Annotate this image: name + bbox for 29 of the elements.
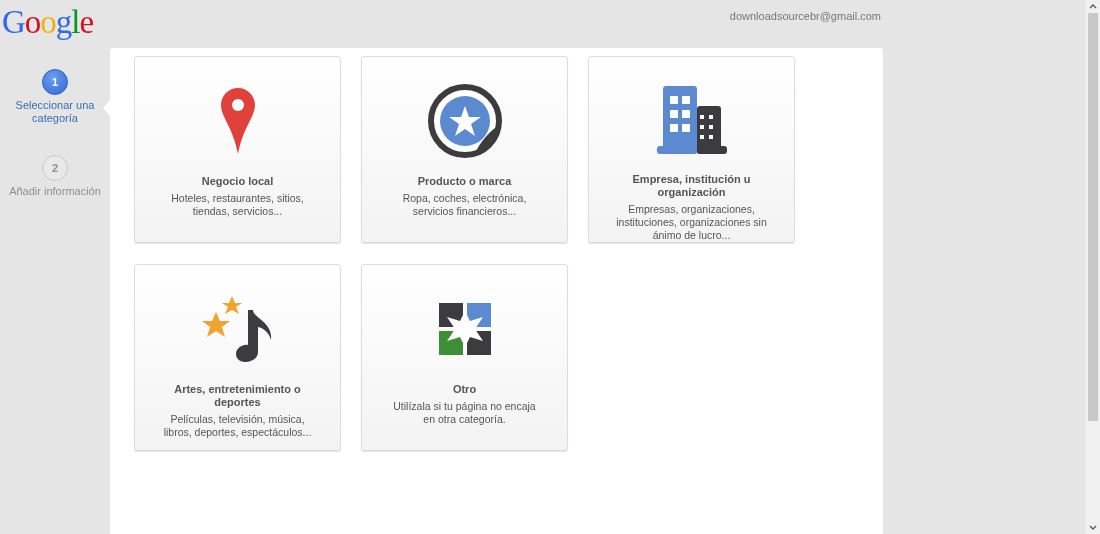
card-title: Empresa, institución u organización <box>631 173 752 199</box>
card-description: Películas, televisión, música, libros, deportes, espectáculos... <box>162 413 313 439</box>
logo: Google <box>1 3 94 41</box>
card-description: Ropa, coches, electrónica, servicios financieros... <box>401 192 528 218</box>
star-sticker-icon <box>427 84 502 158</box>
step-number: 1 <box>42 69 68 95</box>
step-number: 2 <box>42 155 68 181</box>
card-description: Hoteles, restaurantes, sitios, tiendas, servicios... <box>170 192 305 218</box>
tiles-icon <box>438 303 491 355</box>
step-label: Seleccionar una categoría <box>15 99 95 125</box>
category-card[interactable]: Negocio local Hoteles, restaurantes, sitios, tiendas, servicios... <box>134 56 341 243</box>
step-label: Añadir información <box>8 185 102 198</box>
buildings-icon <box>656 86 727 154</box>
card-title: Artes, entretenimiento o deportes <box>173 383 302 409</box>
card-title: Negocio local <box>200 175 275 188</box>
category-card[interactable]: Artes, entretenimiento o deportes Películas, televisión, música, libros, deportes, espectáculos... <box>134 264 341 451</box>
scrollbar[interactable] <box>1086 0 1100 534</box>
card-description: Utilízala si tu página no encaja en otra categoría. <box>392 400 537 426</box>
card-description: Empresas, organizaciones, instituciones, organizaciones sin ánimo de lucro... <box>615 203 768 242</box>
scroll-up-icon[interactable] <box>1089 4 1097 9</box>
category-card[interactable]: Empresa, institución u organización Empresas, organizaciones, instituciones, organizaciones sin ánimo de lucro... <box>588 56 795 243</box>
stars-music-note-icon <box>201 296 274 362</box>
map-pin-icon <box>220 88 255 154</box>
category-card[interactable]: Producto o marca Ropa, coches, electrónica, servicios financieros... <box>361 56 568 243</box>
account-email[interactable]: downloadsourcebr@gmail.com <box>729 10 881 22</box>
card-title: Producto o marca <box>416 175 513 188</box>
category-card[interactable]: Otro Utilízala si tu página no encaja en otra categoría. <box>361 264 568 451</box>
card-title: Otro <box>451 383 478 396</box>
scroll-down-icon[interactable] <box>1089 525 1097 530</box>
